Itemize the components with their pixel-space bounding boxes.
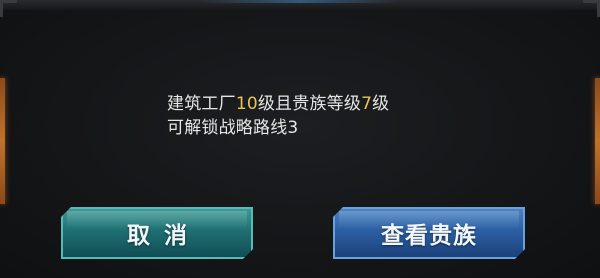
level-and-noble-text: 级且贵族等级	[257, 94, 362, 114]
corner-decoration-top-right	[583, 0, 600, 17]
right-edge-glow	[595, 78, 600, 204]
dialog-top-bar	[0, 0, 600, 10]
left-edge-glow	[0, 78, 5, 204]
unlock-requirement-dialog: 建筑工厂10级且贵族等级7级 可解锁战略路线3 取消 查看贵族	[0, 0, 600, 278]
building-level-value: 10	[235, 94, 258, 114]
cancel-button[interactable]: 取消	[61, 207, 253, 259]
corner-decoration-top-left	[0, 0, 17, 17]
view-noble-button[interactable]: 查看贵族	[333, 207, 525, 259]
requirement-line-1: 建筑工厂10级且贵族等级7级	[167, 92, 497, 116]
requirement-message: 建筑工厂10级且贵族等级7级 可解锁战略路线3	[167, 92, 497, 140]
requirement-line-2: 可解锁战略路线3	[167, 118, 299, 138]
building-name-text: 建筑工厂	[167, 94, 236, 114]
level-suffix-text: 级	[372, 94, 390, 114]
noble-level-value: 7	[361, 94, 373, 114]
